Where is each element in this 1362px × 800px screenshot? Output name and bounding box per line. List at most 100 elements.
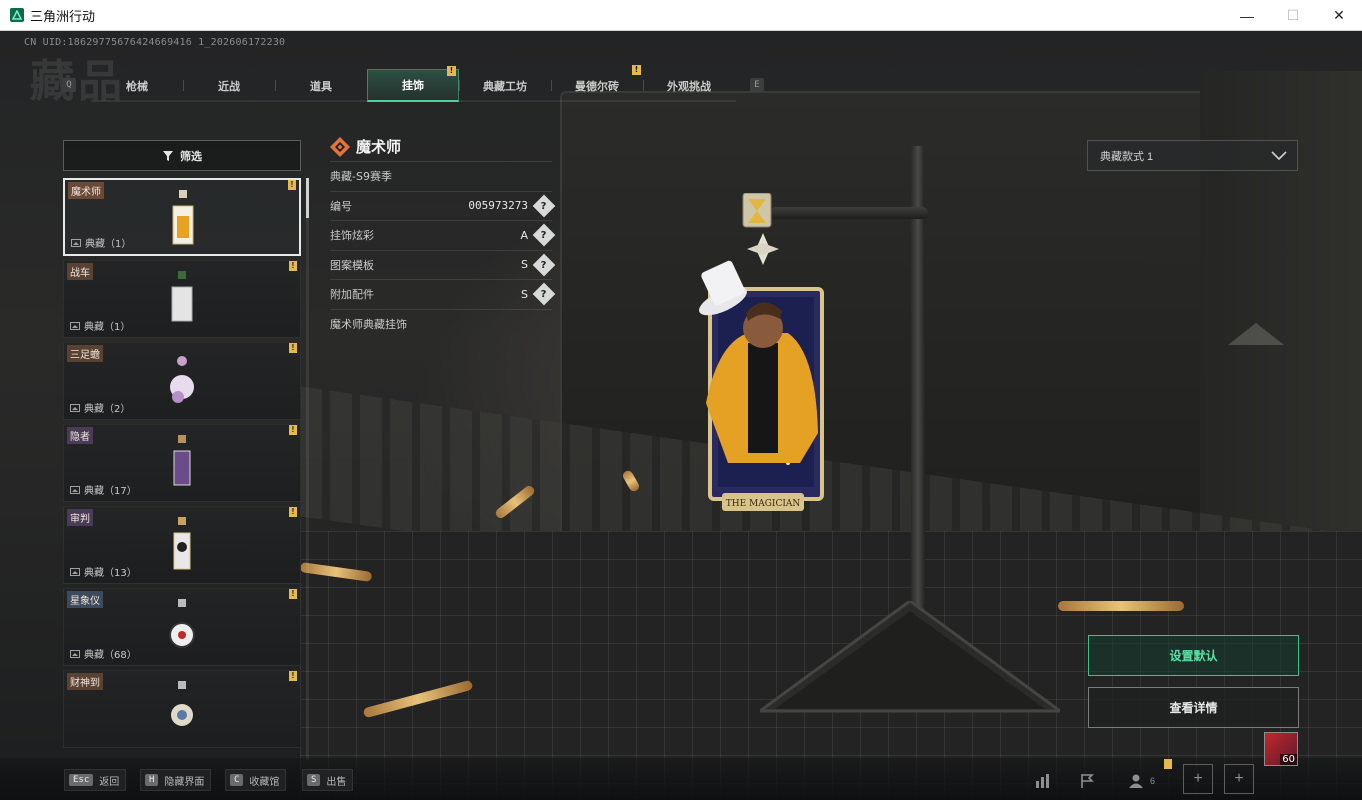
- hint-back[interactable]: Esc 返回: [64, 769, 127, 791]
- charm-stand-base: [760, 601, 1060, 713]
- list-scrollbar[interactable]: [306, 178, 309, 760]
- tab-items[interactable]: 道具: [275, 69, 367, 102]
- player-avatar[interactable]: 60: [1264, 732, 1298, 766]
- charm-caption: THE MAGICIAN: [726, 499, 801, 509]
- key-label: Esc: [69, 774, 94, 786]
- item-name: 财神到: [67, 673, 103, 690]
- item-name: 三足蟾: [67, 345, 103, 362]
- count-label: 典藏（1）: [84, 322, 131, 333]
- friends-icon[interactable]: 6: [1120, 764, 1164, 798]
- charm-thumbnail: [171, 271, 193, 322]
- row-value: S: [521, 287, 528, 301]
- tab-charms[interactable]: 挂饰 !: [367, 66, 459, 102]
- item-count: 典藏（68）: [70, 646, 137, 661]
- row-value: S: [521, 258, 528, 272]
- chevron-up-icon: [1228, 323, 1284, 345]
- close-button[interactable]: ✕: [1316, 0, 1362, 31]
- tab-label: 外观挑战: [667, 79, 711, 93]
- list-item[interactable]: 魔术师 ! 典藏（1）: [63, 178, 301, 256]
- minimize-button[interactable]: —: [1224, 0, 1270, 31]
- item-count: 典藏（2）: [70, 400, 130, 415]
- detail-row-serial: 编号 005973273?: [330, 192, 556, 221]
- item-count: 典藏（17）: [70, 482, 137, 497]
- notification-badge: !: [289, 425, 297, 435]
- scrollbar-thumb[interactable]: [306, 178, 309, 218]
- hint-collection-hall[interactable]: C 收藏馆: [225, 769, 287, 791]
- friends-count: 6: [1149, 776, 1155, 786]
- detail-item-name: 魔术师: [356, 138, 402, 156]
- item-description: 魔术师典藏挂饰: [330, 318, 407, 332]
- hint-hide-ui[interactable]: H 隐藏界面: [140, 769, 212, 791]
- tab-guns[interactable]: 枪械: [91, 69, 183, 102]
- add-party-slot-button[interactable]: +: [1183, 764, 1213, 794]
- hint-label: 收藏馆: [249, 776, 280, 788]
- count-label: 典藏（68）: [84, 650, 137, 661]
- item-name: 审判: [67, 509, 93, 526]
- count-label: 典藏（17）: [84, 486, 137, 497]
- row-label: 图案模板: [330, 258, 374, 272]
- detail-row-attachment: 附加配件 S?: [330, 280, 556, 310]
- count-label: 典藏（1）: [85, 239, 132, 250]
- list-item[interactable]: 三足蟾 ! 典藏（2）: [63, 342, 301, 420]
- count-label: 典藏（2）: [84, 404, 131, 415]
- notification-badge: !: [289, 671, 297, 681]
- tab-label: 典藏工坊: [483, 79, 527, 93]
- filter-button[interactable]: 筛选: [63, 140, 301, 171]
- charm-thumbnail: [173, 517, 191, 570]
- item-count: 典藏（1）: [71, 235, 131, 250]
- app-logo-icon: [10, 8, 24, 22]
- image-icon: [70, 403, 80, 412]
- charm-stand-pole: [911, 146, 925, 636]
- notification-badge: !: [288, 180, 296, 190]
- row-label: 挂饰炫彩: [330, 229, 374, 243]
- tab-workshop[interactable]: 典藏工坊: [459, 69, 551, 102]
- stats-icon[interactable]: [1026, 764, 1060, 798]
- notification-badge: !: [289, 507, 297, 517]
- key-label: C: [230, 774, 244, 786]
- style-select-value: 典藏款式 1: [1100, 150, 1154, 163]
- notification-badge: !: [447, 66, 456, 76]
- help-glyph: ?: [541, 200, 547, 212]
- detail-season-row: 典藏-S9赛季: [330, 162, 552, 192]
- detail-description-row: 魔术师典藏挂饰: [330, 310, 552, 340]
- help-icon[interactable]: ?: [532, 282, 556, 306]
- view-details-button[interactable]: 查看详情: [1088, 687, 1299, 728]
- tab-mandel-brick[interactable]: 曼德尔砖 !: [551, 65, 643, 102]
- help-icon[interactable]: ?: [532, 223, 556, 247]
- player-level: 60: [1280, 754, 1297, 765]
- charm-list: 魔术师 ! 典藏（1） 战车 ! 典藏（1） 三足蟾 ! 典藏（2） 隐者 ! …: [63, 178, 301, 760]
- list-item[interactable]: 战车 ! 典藏（1）: [63, 260, 301, 338]
- list-item[interactable]: 审判 ! 典藏（13）: [63, 506, 301, 584]
- window-titlebar: 三角洲行动 — ☐ ✕: [0, 0, 1362, 31]
- tab-prev-key[interactable]: Q: [62, 78, 76, 92]
- hint-label: 返回: [99, 776, 120, 788]
- list-item[interactable]: 隐者 ! 典藏（17）: [63, 424, 301, 502]
- notification-badge: !: [289, 343, 297, 353]
- help-glyph: ?: [541, 259, 547, 271]
- list-item[interactable]: 财神到 !: [63, 670, 301, 748]
- game-viewport: THE MAGICIAN CN UID:18629775676424669416…: [0, 31, 1362, 800]
- row-label: 编号: [330, 199, 352, 213]
- chevron-down-icon: [1271, 150, 1287, 160]
- hint-label: 隐藏界面: [164, 776, 205, 788]
- image-icon: [70, 485, 80, 494]
- maximize-button[interactable]: ☐: [1270, 0, 1316, 31]
- tab-appearance-challenge[interactable]: 外观挑战: [643, 69, 735, 102]
- help-icon[interactable]: ?: [532, 253, 556, 277]
- style-select[interactable]: 典藏款式 1: [1087, 140, 1298, 171]
- hint-sell[interactable]: S 出售: [302, 769, 354, 791]
- charm-thumbnail: [170, 356, 194, 403]
- tab-label: 曼德尔砖: [575, 79, 619, 93]
- notification-badge: !: [632, 65, 641, 75]
- set-default-button[interactable]: 设置默认: [1088, 635, 1299, 676]
- tab-next-key[interactable]: E: [750, 78, 764, 92]
- help-glyph: ?: [541, 229, 547, 241]
- item-count: 典藏（1）: [70, 318, 130, 333]
- detail-row-pattern: 图案模板 S?: [330, 251, 556, 280]
- help-icon[interactable]: ?: [532, 194, 556, 218]
- list-item[interactable]: 星象仪 ! 典藏（68）: [63, 588, 301, 666]
- flag-icon[interactable]: [1070, 764, 1104, 798]
- add-party-slot-button[interactable]: +: [1224, 764, 1254, 794]
- tab-melee[interactable]: 近战: [183, 69, 275, 102]
- notification-badge: !: [289, 261, 297, 271]
